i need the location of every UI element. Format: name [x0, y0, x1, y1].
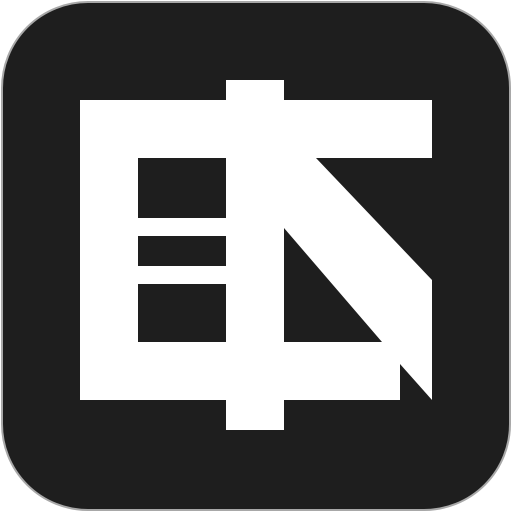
glyph-inner-stroke-2 — [138, 266, 226, 284]
app-icon — [0, 0, 512, 512]
glyph-left-bar — [80, 158, 138, 342]
logo-glyph — [80, 80, 432, 430]
glyph-bottom-bar — [80, 342, 400, 400]
app-logo-icon — [1, 1, 511, 511]
glyph-inner-stroke-1 — [138, 218, 226, 236]
